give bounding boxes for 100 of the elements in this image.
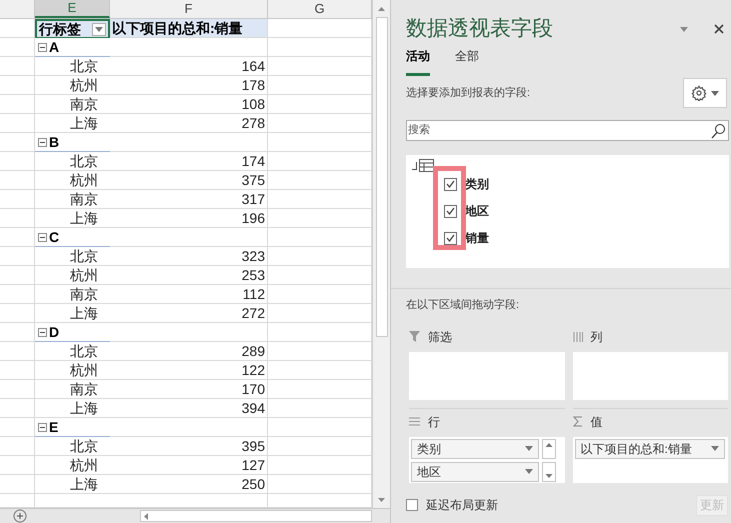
- area-label: 筛选: [428, 328, 452, 346]
- table-cell: 北京: [35, 342, 110, 361]
- horizontal-scrollbar[interactable]: [140, 510, 372, 522]
- table-cell: 164: [110, 57, 268, 76]
- settings-icon: [691, 85, 707, 101]
- group-label: D: [49, 322, 60, 342]
- checkbox[interactable]: [444, 232, 457, 244]
- table-cell: 323: [110, 247, 268, 266]
- table-cell: 174: [110, 152, 268, 171]
- caret-icon: [525, 446, 533, 451]
- table-cell: 317: [110, 190, 268, 209]
- check-icon: [446, 234, 455, 242]
- table-cell: 杭州: [35, 456, 110, 475]
- table-cell: 395: [110, 437, 268, 456]
- table-cell: 178: [110, 76, 268, 95]
- table-cell: 112: [110, 285, 268, 304]
- checkbox-label[interactable]: 延迟布局更新: [426, 496, 498, 514]
- filter-icon: [409, 331, 420, 342]
- table-cell: 南京: [35, 190, 110, 209]
- group-label: C: [49, 228, 60, 246]
- table-cell: 上海: [35, 114, 110, 133]
- instruction-text: 选择要添加到报表的字段:: [406, 86, 530, 101]
- instruction-text: 在以下区域间拖动字段:: [406, 298, 520, 313]
- field-chip[interactable]: 以下项目的总和:销量: [574, 438, 724, 458]
- drop-area[interactable]: 以下项目的总和:销量: [572, 436, 728, 482]
- table-cell: 108: [110, 95, 268, 114]
- table-cell: 以下项目的总和:销量: [110, 19, 268, 38]
- column-header[interactable]: E: [35, 0, 110, 18]
- caret-icon: [711, 90, 719, 96]
- table-cell: 272: [110, 304, 268, 323]
- field-label[interactable]: 销量: [465, 229, 489, 247]
- table-cell: 南京: [35, 285, 110, 304]
- caret-icon: [525, 469, 533, 474]
- area-label: 值: [590, 414, 602, 430]
- checkbox[interactable]: [444, 178, 457, 190]
- table-cell: 上海: [35, 209, 110, 228]
- filter-dropdown[interactable]: [92, 22, 106, 36]
- caret-icon: [680, 26, 688, 32]
- table-cell: 289: [110, 342, 268, 361]
- field-chip[interactable]: 类别: [411, 438, 539, 458]
- panel-options-button[interactable]: [680, 26, 688, 32]
- vertical-scrollbar[interactable]: [372, 0, 390, 508]
- panel-title: 数据透视表字段: [406, 16, 553, 42]
- table-cell: 170: [110, 380, 268, 399]
- collapse-toggle[interactable]: [38, 232, 47, 242]
- table-cell: 253: [110, 266, 268, 285]
- move-up-icon[interactable]: [542, 438, 556, 458]
- area-label: 列: [590, 328, 602, 346]
- group-label: B: [49, 132, 60, 152]
- table-cell: 北京: [35, 247, 110, 266]
- area-label: 行: [428, 414, 440, 430]
- table-cell: 北京: [35, 437, 110, 456]
- check-icon: [446, 207, 455, 215]
- search-field[interactable]: 搜索: [406, 120, 729, 141]
- sigma-icon: [572, 416, 582, 427]
- add-sheet-icon[interactable]: [13, 509, 27, 523]
- check-icon: [446, 180, 455, 188]
- checkbox[interactable]: [406, 499, 418, 511]
- row-label-header: 行标签: [39, 20, 81, 38]
- scroll-down-icon: [378, 498, 385, 502]
- search-input[interactable]: 搜索: [407, 122, 710, 139]
- table-cell: 北京: [35, 57, 110, 76]
- columns-icon: [572, 332, 582, 342]
- table-cell: 杭州: [35, 361, 110, 380]
- table-cell: 上海: [35, 399, 110, 418]
- group-label: A: [49, 38, 60, 56]
- table-cell: 上海: [35, 304, 110, 323]
- drop-area[interactable]: 类别 地区: [409, 436, 564, 482]
- column-header[interactable]: F: [110, 0, 268, 18]
- table-cell: 杭州: [35, 76, 110, 95]
- tab[interactable]: 活动: [406, 47, 430, 76]
- collapse-toggle[interactable]: [38, 138, 47, 146]
- table-cell: 127: [110, 456, 268, 475]
- field-label[interactable]: 类别: [465, 175, 489, 193]
- checkbox[interactable]: [444, 204, 457, 218]
- table-cell: 南京: [35, 380, 110, 399]
- scroll-up-icon: [378, 6, 385, 10]
- table-cell: 杭州: [35, 171, 110, 190]
- table-cell: 196: [110, 209, 268, 228]
- tree-line-icon: [412, 162, 417, 170]
- row-label-header-cell[interactable]: 行标签: [35, 19, 110, 38]
- move-down-icon[interactable]: [542, 462, 556, 482]
- field-chip[interactable]: 地区: [411, 462, 539, 482]
- caret-icon: [95, 26, 103, 32]
- table-cell: 北京: [35, 152, 110, 171]
- settings-button[interactable]: [683, 78, 727, 108]
- table-cell: 122: [110, 361, 268, 380]
- rows-icon: [409, 417, 420, 426]
- close-icon[interactable]: [714, 24, 724, 34]
- collapse-toggle[interactable]: [38, 328, 47, 336]
- caret-icon: [710, 446, 718, 451]
- table-cell: 278: [110, 114, 268, 133]
- table-cell: 394: [110, 399, 268, 418]
- collapse-toggle[interactable]: [38, 42, 47, 52]
- collapse-toggle[interactable]: [38, 422, 47, 432]
- tab[interactable]: 全部: [455, 47, 479, 76]
- table-icon: [419, 159, 434, 172]
- table-cell: 杭州: [35, 266, 110, 285]
- table-cell: 250: [110, 475, 268, 494]
- field-label[interactable]: 地区: [465, 202, 489, 220]
